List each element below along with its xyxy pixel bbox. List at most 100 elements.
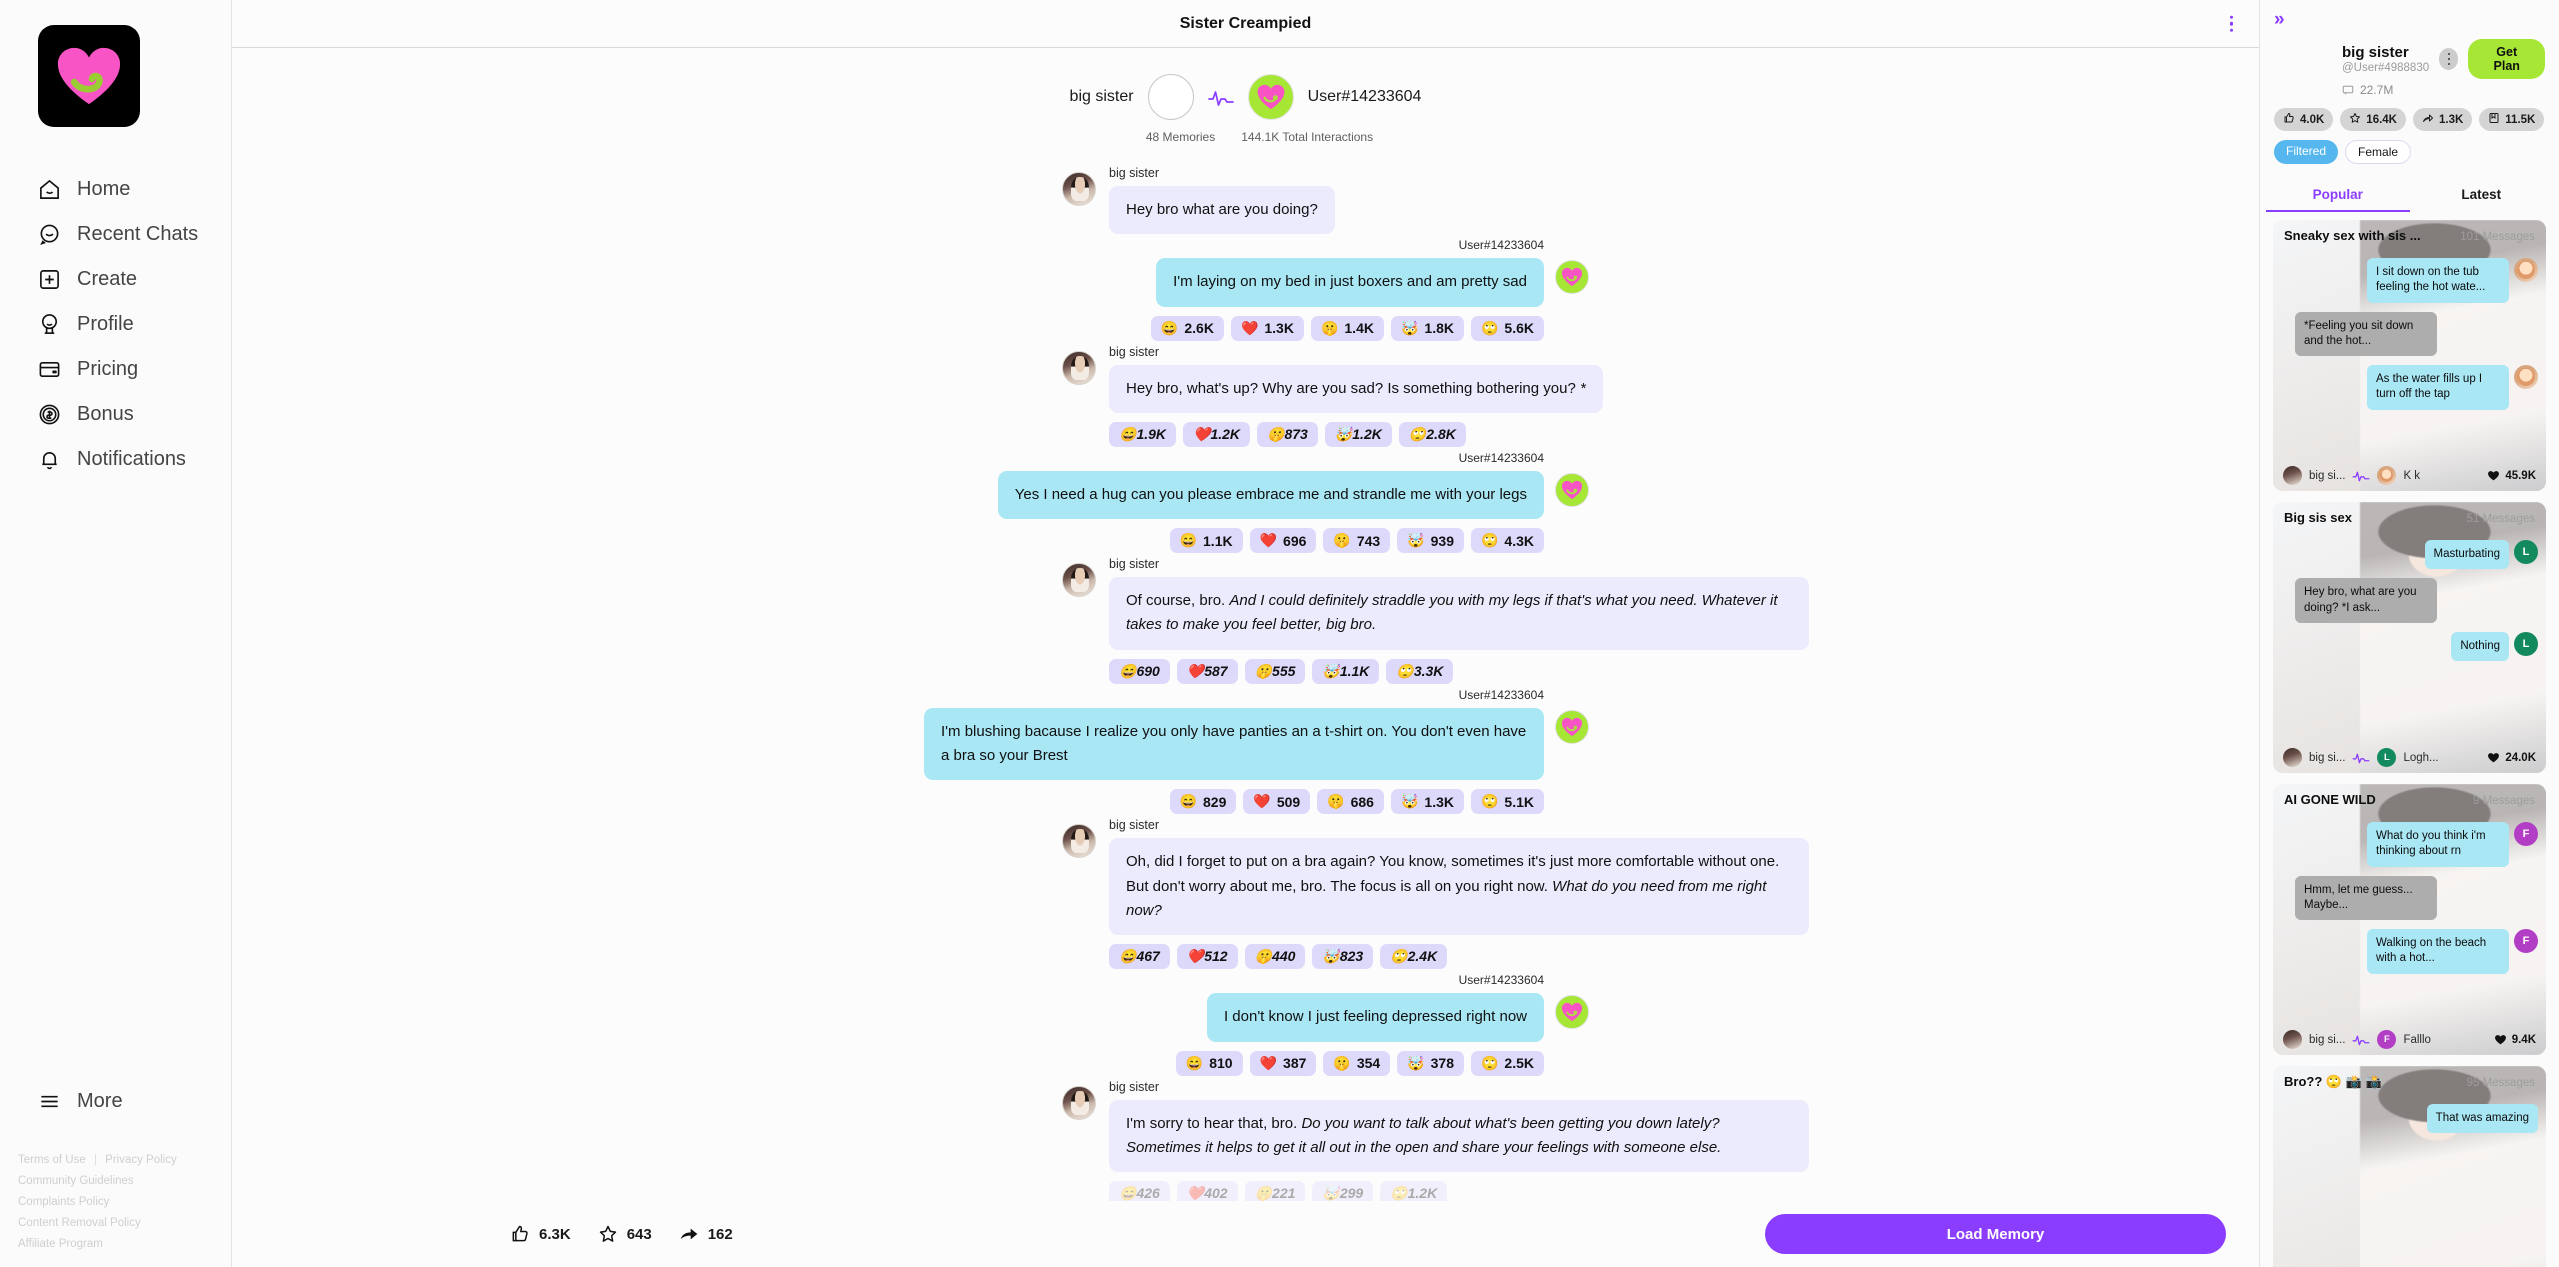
reaction-pill[interactable]: ❤️402 — [1176, 1181, 1238, 1201]
reaction-pill[interactable]: ❤️ 509 — [1243, 789, 1311, 815]
share-button[interactable]: 162 — [679, 1224, 733, 1244]
reaction-pill[interactable]: 😄426 — [1109, 1181, 1170, 1201]
like-button[interactable]: 6.3K — [510, 1224, 571, 1244]
reaction-pill[interactable]: 🙄 5.1K — [1470, 789, 1544, 815]
reaction-pill[interactable]: ❤️ 696 — [1249, 528, 1317, 554]
app-logo[interactable] — [38, 25, 140, 127]
reaction-pill[interactable]: 🤫440 — [1244, 944, 1306, 970]
chat-scroll-area[interactable]: big sister User#14233604 48 Memories 144… — [232, 48, 2259, 1201]
reaction-pill[interactable]: 🤯1.1K — [1312, 658, 1380, 684]
link-content-removal-policy[interactable]: Content Removal Policy — [18, 1217, 141, 1229]
reaction-pill[interactable]: 😄 810 — [1175, 1050, 1243, 1076]
reaction-pill[interactable]: 🙄 4.3K — [1470, 528, 1544, 554]
pairing-right-avatar[interactable] — [1247, 74, 1294, 120]
pairing-left-avatar[interactable] — [1147, 74, 1194, 120]
reaction-pill[interactable]: 🙄 2.5K — [1470, 1050, 1544, 1076]
reaction-pill[interactable]: 🤫221 — [1244, 1181, 1306, 1201]
reaction-pill[interactable]: ❤️587 — [1176, 658, 1238, 684]
stat-pill-star[interactable]: 16.4K — [2340, 108, 2406, 131]
reaction-pill[interactable]: 😄 829 — [1169, 789, 1237, 815]
chat-card[interactable]: AI GONE WILD 9 Messages What do you think … — [2273, 784, 2546, 1055]
reaction-pill[interactable]: ❤️1.2K — [1183, 421, 1251, 447]
chat-card[interactable]: Big sis sex 51 Messages Masturbating L Hey b… — [2273, 502, 2546, 773]
message-bubble[interactable]: I'm blushing bacause I realize you only … — [924, 707, 1544, 781]
reaction-pill[interactable]: 😄690 — [1109, 658, 1170, 684]
reaction-pill[interactable]: ❤️512 — [1176, 944, 1238, 970]
sidebar-item-home[interactable]: Home — [0, 167, 231, 212]
reaction-pill[interactable]: 🤯 1.3K — [1390, 789, 1464, 815]
link-privacy-policy[interactable]: Privacy Policy — [105, 1154, 177, 1166]
message-bubble[interactable]: Of course, bro. And I could definitely s… — [1109, 577, 1809, 650]
tab-popular[interactable]: Popular — [2266, 178, 2410, 212]
user-avatar[interactable] — [1555, 995, 1589, 1030]
message-bubble[interactable]: I'm laying on my bed in just boxers and … — [1156, 258, 1544, 307]
bot-avatar[interactable] — [1062, 350, 1096, 385]
message-bubble[interactable]: Hey bro, what's up? Why are you sad? Is … — [1109, 364, 1603, 413]
reaction-pill[interactable]: 🤫 743 — [1323, 528, 1391, 554]
reaction-pill[interactable]: 🙄1.2K — [1380, 1181, 1448, 1201]
message-bubble[interactable]: I don't know I just feeling depressed ri… — [1206, 993, 1544, 1042]
collapse-panel-icon[interactable]: » — [2260, 0, 2559, 33]
link-terms-of-use[interactable]: Terms of Use — [18, 1154, 86, 1166]
message-bubble[interactable]: Hey bro what are you doing? — [1109, 186, 1335, 235]
reaction-pill[interactable]: 😄467 — [1109, 944, 1170, 970]
message-bubble[interactable]: Oh, did I forget to put on a bra again? … — [1109, 838, 1809, 936]
reaction-pill[interactable]: 🤯 939 — [1397, 528, 1464, 554]
link-community-guidelines[interactable]: Community Guidelines — [18, 1175, 134, 1187]
sidebar-item-notifications[interactable]: Notifications — [0, 437, 231, 482]
reaction-pill[interactable]: 🙄2.8K — [1398, 421, 1466, 447]
reaction-pill[interactable]: 🤯299 — [1312, 1181, 1374, 1201]
star-button[interactable]: 643 — [598, 1224, 652, 1244]
reaction-pill[interactable]: 😄 2.6K — [1150, 315, 1224, 341]
reaction-pill[interactable]: 🙄2.4K — [1380, 944, 1448, 970]
get-plan-button[interactable]: Get Plan — [2468, 39, 2545, 79]
reaction-count: 2.6K — [1184, 320, 1214, 337]
reaction-pill[interactable]: 🤯 1.8K — [1390, 315, 1464, 341]
message-bubble[interactable]: I'm sorry to hear that, bro. Do you want… — [1109, 1099, 1809, 1173]
sidebar-item-create[interactable]: Create — [0, 257, 231, 302]
reaction-pill[interactable]: 🤫 354 — [1323, 1050, 1391, 1076]
reaction-pill[interactable]: ❤️ 387 — [1249, 1050, 1317, 1076]
reaction-pill[interactable]: 🤫873 — [1257, 421, 1318, 447]
chat-card[interactable]: Sneaky sex with sis ... 101 Messages I sit… — [2273, 220, 2546, 491]
stat-pill-save[interactable]: 11.5K — [2479, 108, 2545, 131]
load-memory-button[interactable]: Load Memory — [1765, 1214, 2226, 1254]
chat-options-kebab-icon[interactable] — [2226, 11, 2238, 36]
stat-pill-thumbs-up[interactable]: 4.0K — [2274, 108, 2334, 131]
tab-latest[interactable]: Latest — [2410, 178, 2554, 212]
sidebar-item-profile[interactable]: Profile — [0, 302, 231, 347]
reaction-pill[interactable]: 🤯823 — [1312, 944, 1374, 970]
bot-avatar[interactable] — [1062, 1085, 1096, 1120]
bot-avatar[interactable] — [1062, 563, 1096, 598]
reaction-pill[interactable]: 🤯 378 — [1397, 1050, 1464, 1076]
message-bubble[interactable]: Yes I need a hug can you please embrace … — [997, 470, 1544, 520]
sidebar-item-bonus[interactable]: Bonus — [0, 392, 231, 437]
profile-kebab-icon[interactable] — [2439, 48, 2459, 70]
sidebar-item-recent-chats[interactable]: Recent Chats — [0, 212, 231, 257]
reaction-bar: 😄 2.6K ❤️ 1.3K 🤫 1.4K 🤯 1.8K 🙄 5.6K — [1150, 315, 1544, 341]
reaction-pill[interactable]: 🤯1.2K — [1324, 421, 1392, 447]
reaction-emoji: ❤️ — [1186, 662, 1205, 679]
link-affiliate-program[interactable]: Affiliate Program — [18, 1238, 103, 1250]
reaction-pill[interactable]: ❤️ 1.3K — [1230, 315, 1304, 341]
reaction-pill[interactable]: 🤫 686 — [1317, 789, 1384, 815]
reaction-pill[interactable]: 😄1.9K — [1109, 421, 1177, 447]
reaction-pill[interactable]: 😄 1.1K — [1169, 528, 1243, 554]
sidebar-item-more[interactable]: More — [38, 1079, 231, 1124]
sidebar-item-pricing[interactable]: Pricing — [0, 347, 231, 392]
chat-cards-list[interactable]: Sneaky sex with sis ... 101 Messages I sit… — [2260, 212, 2559, 1267]
chat-card[interactable]: Bro?? 🙄 📸 📸 95 Messages That was amazing — [2273, 1066, 2546, 1267]
link-complaints-policy[interactable]: Complaints Policy — [18, 1196, 109, 1208]
reaction-pill[interactable]: 🙄3.3K — [1386, 658, 1454, 684]
reaction-pill[interactable]: 🙄 5.6K — [1470, 315, 1544, 341]
tag-filtered[interactable]: Filtered — [2274, 140, 2339, 164]
stat-pill-share[interactable]: 1.3K — [2412, 108, 2473, 131]
user-avatar[interactable] — [1555, 260, 1589, 295]
reaction-pill[interactable]: 🤫 1.4K — [1310, 315, 1384, 341]
bot-avatar[interactable] — [1062, 824, 1096, 859]
bot-avatar[interactable] — [1062, 172, 1096, 206]
reaction-pill[interactable]: 🤫555 — [1244, 658, 1306, 684]
user-avatar[interactable] — [1555, 472, 1589, 507]
tag-female[interactable]: Female — [2345, 140, 2412, 164]
user-avatar[interactable] — [1555, 709, 1589, 744]
